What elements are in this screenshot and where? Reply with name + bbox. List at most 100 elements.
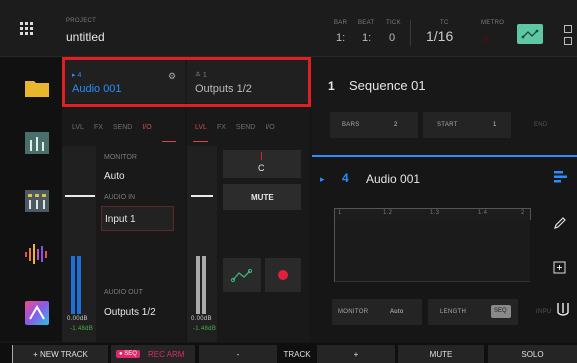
start-control[interactable]: START 1: [423, 112, 511, 138]
solo-button[interactable]: SOLO: [488, 345, 577, 363]
record-icon: [278, 270, 288, 280]
ruler-mark-1: 1: [338, 210, 342, 216]
track-db-value: 0.00dB: [67, 316, 88, 322]
start-value: 1: [493, 122, 497, 128]
beat-value[interactable]: 1:: [362, 32, 371, 44]
new-track-label: + NEW TRACK: [33, 349, 88, 359]
track-minus-button[interactable]: -: [199, 345, 277, 363]
tick-label: TICK: [386, 20, 401, 26]
add-region-icon[interactable]: [553, 261, 566, 274]
header-divider: [410, 20, 411, 46]
audio-in-label: AUDIO IN: [104, 194, 136, 201]
audio-in-field[interactable]: Input 1: [101, 206, 174, 231]
length-param[interactable]: LENGTH SEQ: [428, 299, 518, 325]
length-param-value: SEQ: [494, 308, 507, 314]
timing-correct-value[interactable]: 1/16: [426, 28, 453, 44]
track-peak-value: -1.48dB: [70, 326, 94, 332]
track-view-name[interactable]: Audio 001: [366, 172, 420, 186]
audio-out-value[interactable]: Outputs 1/2: [104, 307, 156, 318]
audio-region-area[interactable]: [334, 219, 530, 282]
new-track-button[interactable]: + NEW TRACK: [12, 345, 108, 363]
pan-value: C: [258, 163, 265, 173]
end-label[interactable]: END: [534, 122, 548, 128]
sequence-number: 1: [328, 79, 335, 93]
mute-label: MUTE: [251, 193, 274, 202]
selection-highlight: [62, 57, 311, 107]
tab-lvl[interactable]: LVL: [72, 124, 84, 131]
length-param-label: LENGTH: [440, 309, 467, 315]
tab-fx[interactable]: FX: [94, 124, 103, 131]
tab-send[interactable]: SEND: [113, 124, 132, 131]
project-name[interactable]: untitled: [66, 30, 105, 44]
tab-io[interactable]: I/O: [142, 124, 151, 131]
tab-lvl-out[interactable]: LVL: [195, 124, 207, 131]
channel-mixer-icon[interactable]: [25, 190, 49, 212]
bottom-mute-label: MUTE: [429, 349, 453, 359]
track-list-icon[interactable]: [554, 170, 568, 184]
length-seq-badge: SEQ: [491, 305, 511, 318]
automation-toggle-icon[interactable]: [517, 24, 543, 44]
audio-in-value: Input 1: [105, 214, 136, 225]
header-bar: PROJECT untitled BAR BEAT TICK 1: 1: 0 T…: [0, 0, 577, 57]
ruler-mark-1-3: 1.3: [430, 210, 440, 216]
plugins-icon[interactable]: [25, 301, 49, 325]
mute-button[interactable]: MUTE: [223, 184, 301, 210]
automation-icon: [230, 268, 253, 283]
output-volume-fader[interactable]: [191, 195, 213, 197]
sampler-icon[interactable]: [24, 242, 48, 266]
track-channel-strip: LVL FX SEND I/O 0.00dB -1.48dB MONITOR Auto…: [62, 108, 185, 342]
tc-label: TC: [440, 20, 449, 26]
bars-control[interactable]: BARS 2: [330, 112, 418, 138]
solo-label: SOLO: [521, 349, 544, 359]
minus-label: -: [236, 349, 240, 359]
bottom-mute-button[interactable]: MUTE: [398, 345, 484, 363]
pad-view-icon[interactable]: [564, 37, 572, 45]
beat-label: BEAT: [358, 20, 375, 26]
monitor-label: MONITOR: [104, 154, 137, 161]
pencil-icon[interactable]: [553, 216, 567, 230]
tab-fx-out[interactable]: FX: [217, 124, 226, 131]
sidebar: [0, 57, 62, 341]
output-meter-right: [202, 256, 206, 314]
bars-label: BARS: [342, 122, 360, 128]
audio-out-label: AUDIO OUT: [104, 289, 143, 296]
mixer-icon[interactable]: [25, 132, 49, 154]
monitor-param-label: MONITOR: [338, 309, 369, 315]
rec-arm-button[interactable]: ● SEQ REC ARM: [111, 345, 195, 363]
tab-active-underline: [162, 141, 176, 142]
track-plus-button[interactable]: +: [317, 345, 395, 363]
track-meter-right: [77, 256, 81, 314]
record-arm-button[interactable]: [265, 258, 301, 292]
monitor-value[interactable]: Auto: [104, 171, 125, 182]
output-meter-left: [196, 256, 200, 314]
tab-send-out[interactable]: SEND: [236, 124, 255, 131]
monitor-param[interactable]: MONITOR Auto: [332, 299, 422, 325]
bar-value[interactable]: 1:: [336, 32, 345, 44]
waveform-scroll-icon[interactable]: [556, 301, 570, 317]
plus-label: +: [353, 349, 359, 359]
tab-active-underline-out: [193, 141, 208, 142]
bottom-bar: + NEW TRACK ● SEQ REC ARM - TRACK + MUTE…: [0, 343, 577, 363]
track-volume-fader[interactable]: [65, 195, 95, 197]
track-label: TRACK: [283, 349, 311, 359]
overview-icon[interactable]: [564, 25, 572, 33]
automation-button[interactable]: [223, 258, 261, 292]
bars-value: 2: [394, 122, 398, 128]
input-param-label[interactable]: INPU: [536, 309, 552, 315]
output-db-value: 0.00dB: [191, 316, 212, 322]
ruler-mark-1-4: 1.4: [478, 210, 488, 216]
folder-icon[interactable]: [25, 79, 49, 97]
start-label: START: [437, 122, 458, 128]
seq-badge: ● SEQ: [116, 350, 140, 358]
sequence-name[interactable]: Sequence 01: [349, 78, 426, 93]
track-label-cell: TRACK: [280, 345, 314, 363]
metronome-icon[interactable]: [483, 36, 489, 42]
track-view-number: 4: [342, 171, 349, 185]
pan-control[interactable]: C: [223, 150, 301, 178]
output-channel-strip: LVL FX SEND I/O 0.00dB -1.48dB C MUTE: [187, 108, 310, 342]
tick-value[interactable]: 0: [389, 32, 395, 44]
track-view-arrow-icon: ▸: [320, 174, 325, 184]
tab-io-out[interactable]: I/O: [265, 124, 274, 131]
monitor-param-value: Auto: [390, 309, 404, 315]
menu-grid-icon[interactable]: [20, 22, 34, 36]
